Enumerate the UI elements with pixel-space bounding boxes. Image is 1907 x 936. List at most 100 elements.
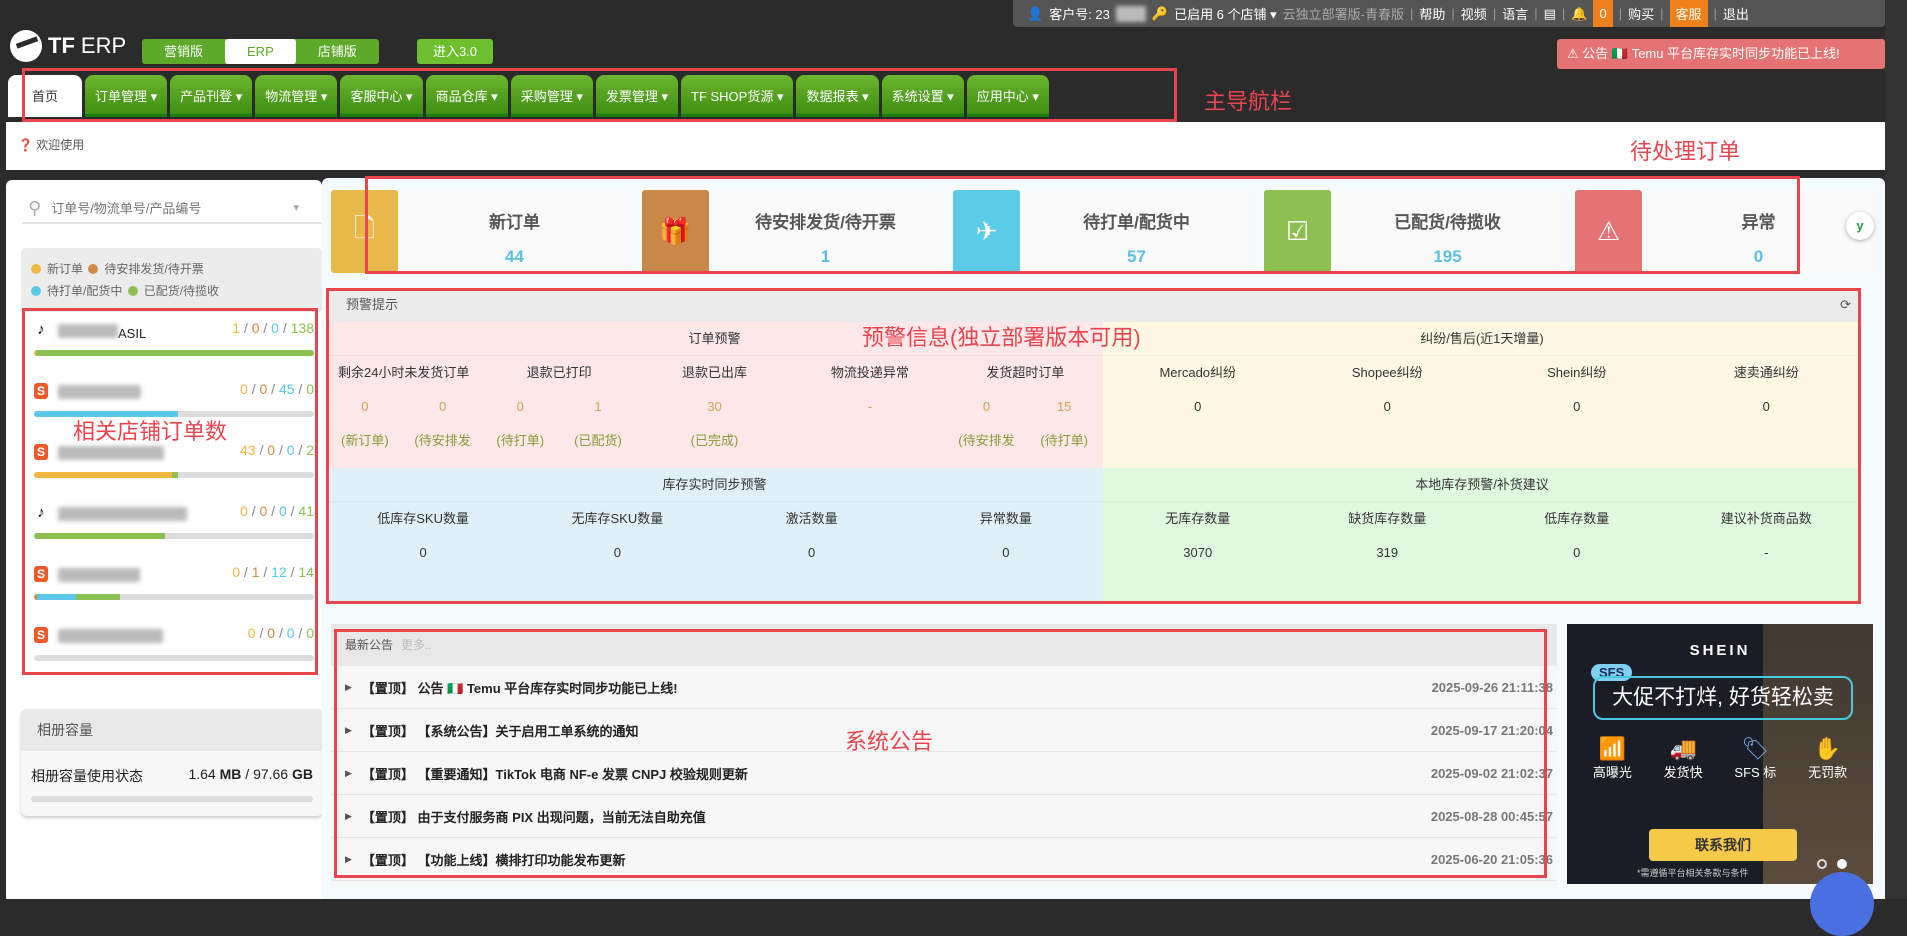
alert-value[interactable]: 0 [404, 390, 482, 424]
store-row[interactable]: ♪ ASIL 1 / 0 / 0 / 138 [28, 310, 314, 371]
status-card[interactable]: 🎁 待安排发货/待开票 1 [642, 190, 942, 273]
alert-value[interactable]: 3070 [1103, 536, 1293, 570]
alert-sublabel: (待打单) [1040, 433, 1089, 448]
store-row[interactable]: S 43 / 0 / 0 / 2 [28, 432, 314, 493]
announcement-title[interactable]: 【置顶】 【重要通知】TikTok 电商 NF-e 发票 CNPJ 校验规则更新 [362, 764, 748, 783]
nav-tab[interactable]: 应用中心 ▾ [966, 75, 1049, 117]
notice-banner[interactable]: ⚠ 公告 🇮🇹 Temu 平台库存实时同步功能已上线! [1557, 39, 1885, 69]
alert-sublabel: (新订单) [341, 433, 389, 448]
album-usage: 1.64 MB / 97.66 GB [188, 766, 313, 782]
stores-dropdown[interactable]: 已启用 6 个店铺 ▾ [1174, 4, 1277, 23]
nav-tab[interactable]: 物流管理 ▾ [255, 75, 338, 117]
card-value[interactable]: 195 [1331, 247, 1564, 267]
alert-value[interactable]: 0 [715, 536, 909, 570]
nav-tab[interactable]: 客服中心 ▾ [340, 75, 423, 117]
scrollbar[interactable] [1885, 0, 1907, 899]
card-value[interactable]: 44 [398, 247, 631, 267]
alert-value[interactable]: 0 [481, 390, 559, 424]
nav-tab[interactable]: 首页 [8, 75, 83, 117]
caret-right-icon: ▶ [345, 853, 352, 864]
nav-tab[interactable]: 系统设置 ▾ [881, 75, 964, 117]
nav-tab[interactable]: TF SHOP货源 ▾ [681, 75, 794, 117]
announcement-row[interactable]: ▶ 【置顶】 【功能上线】横排打印功能发布更新 2025-06-20 21:05:3… [331, 838, 1557, 881]
shein-ad-banner[interactable]: SHEIN SFS 大促不打烊, 好货轻松卖 📶 高曝光 🚚 发货快 🏷 SFS 标 ✋ 无罚… [1567, 624, 1873, 884]
announcement-row[interactable]: ▶ 【置顶】 【重要通知】TikTok 电商 NF-e 发票 CNPJ 校验规则更… [331, 752, 1557, 795]
help-link[interactable]: 帮助 [1419, 4, 1445, 23]
store-row[interactable]: S 0 / 0 / 45 / 0 [28, 371, 314, 432]
alert-value[interactable]: 0 [1672, 390, 1862, 424]
store-name [58, 568, 140, 582]
alert-value[interactable]: 0 [948, 390, 1026, 424]
alert-value[interactable]: 30 [637, 390, 792, 424]
alert-value[interactable]: 0 [1482, 390, 1672, 424]
nav-tab[interactable]: 数据报表 ▾ [796, 75, 879, 117]
carousel-dot-2[interactable] [1837, 859, 1847, 869]
announcement-row[interactable]: ▶ 【置顶】 【系统公告】关于启用工单系统的通知 2025-09-17 21:20:… [331, 709, 1557, 752]
contact-us-button[interactable]: 联系我们 [1649, 829, 1797, 861]
version-store[interactable]: 店铺版 [296, 39, 379, 64]
alert-value[interactable]: 1 [559, 390, 637, 424]
store-row[interactable]: S 0 / 0 / 0 / 0 [28, 615, 314, 676]
alert-value[interactable]: 0 [909, 536, 1103, 570]
announcement-title[interactable]: 【置顶】 由于支付服务商 PIX 出现问题，当前无法自助充值 [362, 807, 706, 826]
notification-count[interactable]: 0 [1593, 0, 1613, 27]
card-value[interactable]: 0 [1642, 247, 1875, 267]
status-card[interactable]: ☑ 已配货/待揽收 195 [1264, 190, 1564, 273]
nav-tab[interactable]: 商品仓库 ▾ [425, 75, 508, 117]
store-order-counts: 43 / 0 / 0 / 2 [240, 442, 314, 458]
section-title: 订单预警 [326, 322, 1103, 356]
chevron-down-icon[interactable]: ▼ [291, 203, 301, 214]
alert-value[interactable]: - [1672, 536, 1862, 570]
status-card[interactable]: 🗋 新订单 44 [331, 190, 631, 273]
album-title: 相册容量 [21, 709, 323, 751]
nav-tab[interactable]: 发票管理 ▾ [595, 75, 678, 117]
nav-tab[interactable]: 采购管理 ▾ [510, 75, 593, 117]
nav-tab[interactable]: 产品刊登 ▾ [170, 75, 253, 117]
alert-value[interactable]: 0 [520, 536, 714, 570]
logout-link[interactable]: 退出 [1723, 4, 1749, 23]
alert-value[interactable]: 319 [1293, 536, 1483, 570]
alert-value[interactable]: 0 [326, 536, 520, 570]
alert-title: 预警提示 [346, 297, 399, 312]
customer-service-button[interactable]: 客服 [1669, 0, 1708, 27]
store-row[interactable]: ♪ 0 / 0 / 0 / 41 [28, 493, 314, 554]
store-name [58, 507, 187, 521]
alert-value[interactable]: 0 [326, 390, 404, 424]
status-card[interactable]: ⚠ 异常 0 [1575, 190, 1875, 273]
announcement-title[interactable]: 【置顶】 【功能上线】横排打印功能发布更新 [362, 850, 626, 869]
book-icon[interactable]: ▤ [1544, 6, 1556, 22]
status-card[interactable]: ✈ 待打单/配货中 57 [953, 190, 1253, 273]
alert-value[interactable]: 0 [1482, 536, 1672, 570]
alert-label: 建议补货商品数 [1720, 511, 1812, 526]
order-alert-section: 订单预警 剩余24小时未发货订单 0 0 (新订单) (待安排发 退款已打印 0 1 (待打单)(… [326, 322, 1103, 468]
video-link[interactable]: 视频 [1461, 4, 1487, 23]
alert-value[interactable]: 0 [1103, 390, 1293, 424]
announcement-title[interactable]: 【置顶】 【系统公告】关于启用工单系统的通知 [362, 721, 639, 740]
alert-value[interactable]: 15 [1025, 390, 1103, 424]
store-progress-bar [34, 533, 314, 539]
alert-value[interactable]: 0 [1293, 390, 1483, 424]
announcement-title[interactable]: 【置顶】 公告 🇮🇹 Temu 平台库存实时同步功能已上线! [362, 678, 678, 697]
card-value[interactable]: 1 [709, 247, 942, 267]
buy-link[interactable]: 购买 [1628, 4, 1654, 23]
card-value[interactable]: 57 [1020, 247, 1253, 267]
nav-tab[interactable]: 订单管理 ▾ [85, 75, 168, 117]
language-link[interactable]: 语言 [1502, 4, 1528, 23]
chat-bubble-button[interactable] [1810, 872, 1874, 936]
bell-icon[interactable]: 🔔 [1571, 6, 1587, 22]
enter-3-button[interactable]: 进入3.0 [417, 39, 493, 64]
store-row[interactable]: S 0 / 1 / 12 / 14 [28, 554, 314, 615]
version-erp[interactable]: ERP [225, 39, 296, 64]
refresh-icon[interactable]: ⟳ [1840, 288, 1851, 322]
stock-sync-section: 库存实时同步预警 低库存SKU数量 0 无库存SKU数量 0 激活数量 0 异常数量 0 [326, 468, 1103, 604]
alert-value[interactable]: - [792, 390, 947, 424]
version-marketing[interactable]: 营销版 [142, 39, 225, 64]
announcement-row[interactable]: ▶ 【置顶】 公告 🇮🇹 Temu 平台库存实时同步功能已上线! 2025-09-2… [331, 666, 1557, 709]
logo[interactable]: TF ERP [10, 30, 126, 62]
carousel-dot-1[interactable] [1817, 859, 1827, 869]
announcement-row[interactable]: ▶ 【置顶】 由于支付服务商 PIX 出现问题，当前无法自助充值 2025-08-2… [331, 795, 1557, 838]
order-search[interactable]: ⚲ ▼ [22, 194, 322, 224]
assistant-icon[interactable]: y [1846, 212, 1874, 240]
more-link[interactable]: 更多.. [401, 638, 432, 652]
search-input[interactable] [51, 200, 282, 216]
